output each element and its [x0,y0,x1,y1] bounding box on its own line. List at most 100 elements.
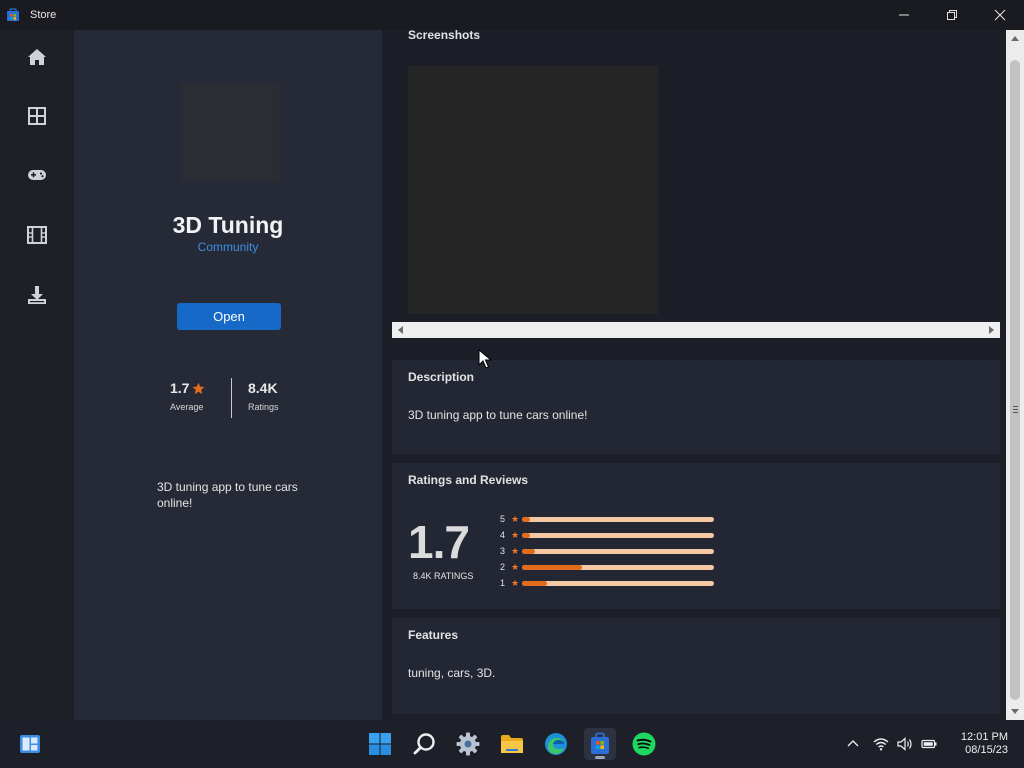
window-title: Store [30,9,57,21]
widgets-button[interactable] [14,728,46,760]
screenshots-title: Screenshots [408,30,481,42]
rating-bar-track [522,548,714,554]
minimize-button[interactable] [880,0,928,30]
features-section: Features tuning, cars, 3D. [392,618,1000,714]
windows-start-icon [369,733,391,755]
description-text: 3D tuning app to tune cars online! [408,408,588,422]
nav-home[interactable] [22,42,52,72]
mouse-cursor-icon [478,349,492,369]
screenshots-horizontal-scrollbar[interactable] [392,322,1000,338]
folder-icon [501,735,523,753]
close-button[interactable] [976,0,1024,30]
description-section: Description 3D tuning app to tune cars o… [392,360,1000,454]
rating-bar-row: 3 ★ [500,545,714,557]
chevron-up-icon [847,740,859,747]
edge-icon [545,733,567,755]
title-bar: Store [0,0,1024,30]
minimize-icon [899,14,909,16]
taskbar-clock[interactable]: 12:01 PM 08/15/23 [944,731,1008,757]
battery-button[interactable] [921,736,937,752]
scroll-up-arrow-icon[interactable] [1011,36,1019,41]
store-taskbar-button[interactable] [584,728,616,760]
close-icon [994,9,1006,21]
rating-bar-row: 2 ★ [500,561,714,573]
nav-movies[interactable] [22,220,52,250]
rating-bar-track [522,580,714,586]
start-button[interactable] [364,728,396,760]
rating-bar-track [522,564,714,570]
scroll-right-arrow-icon[interactable] [989,326,994,334]
rating-bar-fill [522,548,535,554]
features-text: tuning, cars, 3D. [408,666,496,680]
rating-bar-fill [522,580,547,586]
app-info-panel: 3D Tuning Community Open 1.7 Average 8.4… [74,30,382,720]
window-controls [880,0,1024,30]
nav-gaming[interactable] [22,160,52,190]
rating-bar-track [522,532,714,538]
home-icon [28,49,46,65]
app-logo [181,84,279,182]
star-icon: ★ [510,577,520,588]
rating-bar-row: 1 ★ [500,577,714,589]
ratings-score: 1.7 [408,516,470,568]
nav-downloads[interactable] [22,280,52,310]
rating-bar-stars-label: 2 [500,562,506,572]
apps-icon [28,107,46,125]
ratings-title: Ratings and Reviews [408,473,529,487]
average-rating-label: Average [170,402,204,412]
app-short-description: 3D tuning app to tune cars online! [157,480,298,510]
store-icon [591,732,609,754]
app-name: 3D Tuning [172,212,284,238]
network-button[interactable] [873,736,889,752]
taskbar: 12:01 PM 08/15/23 [0,720,1024,768]
app-publisher-link[interactable]: Community [74,240,382,254]
rating-bar-row: 4 ★ [500,529,714,541]
restore-icon [947,10,957,20]
volume-button[interactable] [897,736,913,752]
page-vertical-scrollbar[interactable] [1006,30,1024,720]
spotify-button[interactable] [628,728,660,760]
clock-date: 08/15/23 [965,744,1008,756]
settings-button[interactable] [452,728,484,760]
ratings-count-stat: 8.4K Ratings [248,380,308,412]
restore-button[interactable] [928,0,976,30]
film-icon [27,226,47,244]
file-explorer-button[interactable] [496,728,528,760]
star-icon: ★ [510,561,520,572]
grip-icon [1013,406,1018,413]
clock-time: 12:01 PM [960,731,1008,743]
rating-bar-stars-label: 4 [500,530,506,540]
ratings-count-caption: 8.4K RATINGS [413,571,474,581]
rating-bar-fill [522,516,530,522]
store-app-icon [7,8,19,21]
active-app-indicator [595,756,605,759]
scroll-left-arrow-icon[interactable] [398,326,403,334]
rating-bar-stars-label: 3 [500,546,506,556]
rating-bar-fill [522,532,530,538]
show-hidden-icons-button[interactable] [845,736,861,752]
widgets-icon [20,735,40,753]
average-rating-stat: 1.7 Average [170,380,220,412]
download-icon [28,286,46,304]
rating-bar-track [522,516,714,522]
rating-bar-fill [522,564,582,570]
speaker-icon [897,737,912,751]
open-button[interactable]: Open [177,303,281,330]
average-rating-value: 1.7 [170,380,190,396]
stat-divider [231,378,232,418]
scroll-down-arrow-icon[interactable] [1011,709,1019,714]
search-button[interactable] [409,728,441,760]
star-icon [192,382,205,394]
screenshot-thumbnail[interactable] [408,66,658,314]
ratings-count-label: Ratings [248,402,279,412]
navigation-rail [0,30,74,720]
rating-bar-stars-label: 1 [500,578,506,588]
spotify-icon [632,732,656,756]
edge-browser-button[interactable] [540,728,572,760]
nav-apps[interactable] [22,101,52,131]
ratings-section: Ratings and Reviews 1.7 8.4K RATINGS 5 ★ 4… [392,463,1000,609]
features-title: Features [408,628,459,642]
scrollbar-thumb[interactable] [1010,60,1020,700]
app-details-content: Screenshots Description 3D tuning app to… [384,30,1004,720]
ratings-count-value: 8.4K [248,380,278,396]
